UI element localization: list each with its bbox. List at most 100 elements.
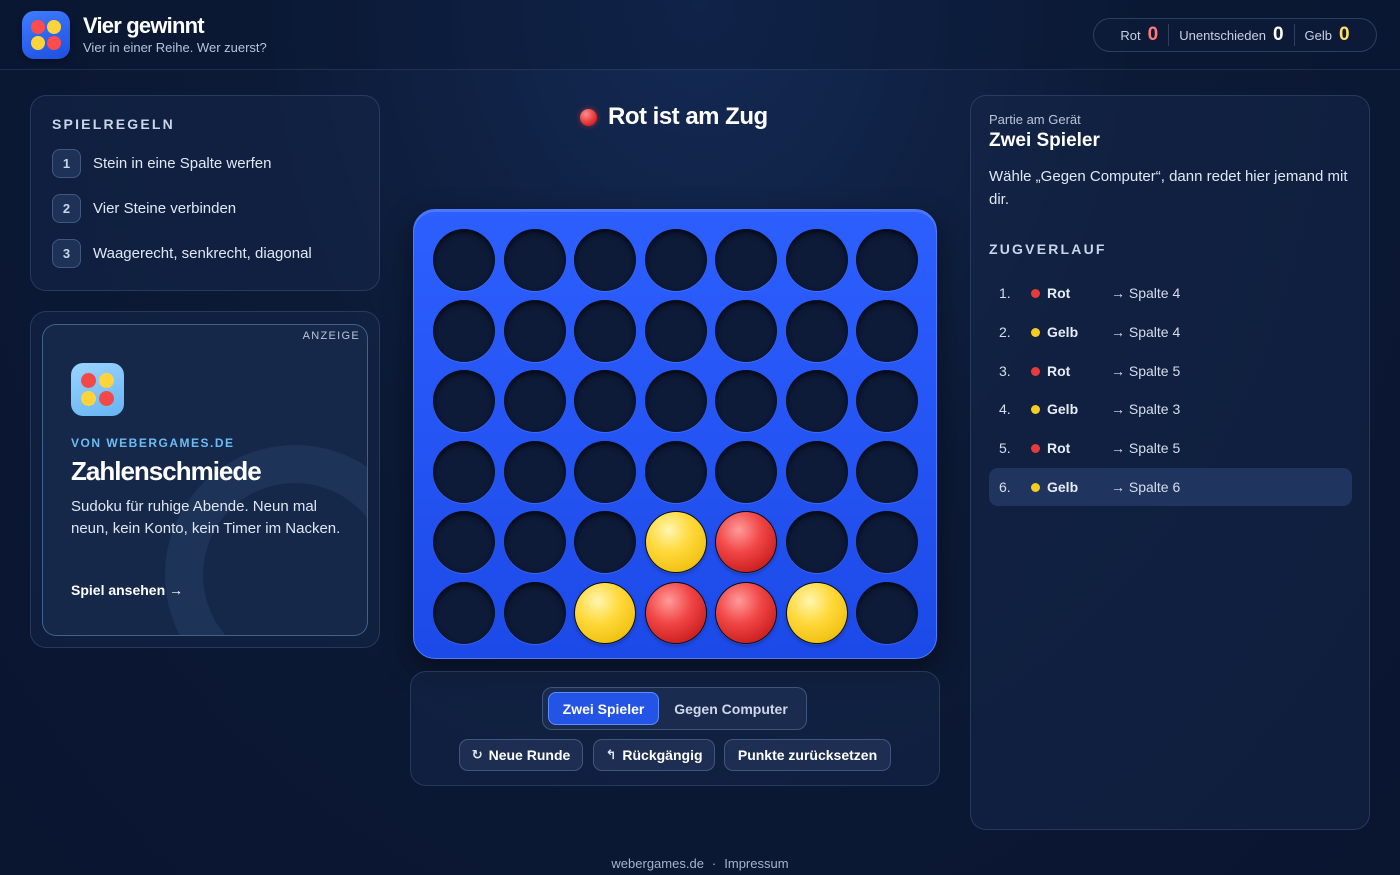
rule-item: 3 Waagerecht, senkrecht, diagonal	[52, 239, 312, 268]
board-cell[interactable]	[503, 581, 566, 644]
board-cell[interactable]	[433, 370, 495, 432]
board-cell[interactable]	[715, 511, 777, 573]
red-disc-icon	[580, 108, 597, 126]
game-board[interactable]	[413, 209, 937, 659]
board-cell[interactable]	[503, 299, 566, 362]
score-yellow: Gelb 0	[1293, 24, 1360, 46]
board-cell[interactable]	[856, 370, 918, 432]
board-cell[interactable]	[715, 581, 777, 644]
turn-text: Rot ist am Zug	[608, 103, 768, 130]
board-cell[interactable]	[785, 299, 848, 362]
footer-separator: ·	[711, 856, 717, 871]
move-row: 5. Rot → Spalte 5	[989, 429, 1352, 467]
board-cell[interactable]	[785, 229, 848, 291]
board-cell[interactable]	[644, 511, 707, 573]
board-cell[interactable]	[785, 581, 848, 644]
board-cell[interactable]	[644, 299, 707, 362]
move-player: Rot	[1047, 440, 1071, 457]
ad-publisher: VON WEBERGAMES.DE	[71, 436, 235, 450]
rule-text: Stein in eine Spalte werfen	[93, 155, 272, 172]
red-disc-icon	[1031, 366, 1040, 376]
board-cell[interactable]	[503, 440, 566, 503]
scoreboard: Rot 0 Unentschieden 0 Gelb 0	[1093, 18, 1377, 52]
reset-points-button[interactable]: Punkte zurücksetzen	[724, 739, 891, 771]
board-cell[interactable]	[785, 370, 848, 432]
ad-view-game-link[interactable]: Spiel ansehen →	[71, 582, 183, 598]
yellow-disc-icon	[1031, 405, 1040, 415]
yellow-disc	[786, 582, 847, 643]
board-cell[interactable]	[574, 581, 636, 644]
board-cell[interactable]	[644, 370, 707, 432]
turn-indicator: Rot ist am Zug	[580, 100, 768, 134]
board-cell[interactable]	[574, 511, 636, 573]
undo-icon: ↰	[605, 747, 617, 762]
app-subtitle: Vier in einer Reihe. Wer zuerst?	[83, 40, 267, 55]
board-cell[interactable]	[856, 440, 918, 503]
footer-imprint-link[interactable]: Impressum	[724, 856, 788, 871]
board-cell[interactable]	[715, 299, 777, 362]
red-disc	[645, 582, 706, 643]
yellow-disc	[645, 512, 706, 572]
ad-card[interactable]: ANZEIGE VON WEBERGAMES.DE Zahlenschmiede…	[42, 324, 368, 636]
mode-computer-button[interactable]: Gegen Computer	[661, 692, 801, 725]
board-cell[interactable]	[715, 370, 777, 432]
move-column: → Spalte 3	[1111, 401, 1181, 418]
app-logo-icon	[22, 11, 70, 59]
board-cell[interactable]	[644, 440, 707, 503]
board-cell[interactable]	[856, 581, 918, 644]
yellow-disc	[575, 582, 635, 643]
footer-site-link[interactable]: webergames.de	[611, 856, 704, 871]
new-round-label: Neue Runde	[488, 747, 571, 763]
board-cell[interactable]	[574, 299, 636, 362]
rule-number: 3	[52, 239, 81, 268]
board-cell[interactable]	[433, 581, 495, 644]
board-cell[interactable]	[574, 229, 636, 291]
device-label: Partie am Gerät	[989, 112, 1081, 127]
footer: webergames.de · Impressum	[0, 856, 1400, 871]
board-cell[interactable]	[503, 370, 566, 432]
score-draw-value: 0	[1272, 24, 1284, 45]
score-red: Rot 0	[1110, 24, 1168, 46]
board-cell[interactable]	[433, 511, 495, 573]
undo-button[interactable]: ↰ Rückgängig	[593, 739, 715, 771]
move-number: 3.	[999, 362, 1011, 379]
move-player: Gelb	[1047, 479, 1079, 495]
move-column: → Spalte 5	[1111, 362, 1181, 379]
mode-description: Wähle „Gegen Computer“, dann redet hier …	[989, 168, 1348, 208]
ad-game-icon	[71, 363, 124, 416]
board-cell[interactable]	[574, 440, 636, 503]
red-disc	[716, 512, 776, 572]
board-cell[interactable]	[856, 511, 918, 573]
board-cell[interactable]	[574, 370, 636, 432]
board-cell[interactable]	[856, 229, 918, 291]
rules-panel: SPIELREGELN 1 Stein in eine Spalte werfe…	[30, 95, 380, 291]
rules-title: SPIELREGELN	[52, 116, 175, 132]
rule-item: 2 Vier Steine verbinden	[52, 194, 236, 223]
board-cell[interactable]	[715, 229, 777, 291]
board-cell[interactable]	[715, 440, 777, 503]
mode-title: Zwei Spieler	[989, 130, 1100, 151]
move-player: Rot	[1047, 285, 1071, 301]
red-disc-icon	[1031, 444, 1040, 454]
score-red-label: Rot	[1120, 28, 1141, 43]
board-cell[interactable]	[856, 299, 918, 362]
board-cell[interactable]	[785, 511, 848, 573]
game-info-panel: Partie am Gerät Zwei Spieler Wähle „Gege…	[970, 95, 1370, 830]
move-number: 6.	[999, 479, 1011, 495]
move-number: 4.	[999, 401, 1011, 418]
board-cell[interactable]	[644, 229, 707, 291]
board-cell[interactable]	[503, 511, 566, 573]
mode-toggle: Zwei Spieler Gegen Computer	[542, 687, 807, 730]
history-title: ZUGVERLAUF	[989, 241, 1107, 257]
new-round-button[interactable]: ↻ Neue Runde	[459, 739, 583, 771]
rule-text: Waagerecht, senkrecht, diagonal	[93, 245, 312, 262]
board-cell[interactable]	[785, 440, 848, 503]
board-cell[interactable]	[433, 440, 495, 503]
move-player: Gelb	[1047, 401, 1079, 418]
mode-two-players-button[interactable]: Zwei Spieler	[548, 692, 659, 725]
board-cell[interactable]	[433, 299, 495, 362]
board-cell[interactable]	[644, 581, 707, 644]
board-cell[interactable]	[503, 229, 566, 291]
app-header: Vier gewinnt Vier in einer Reihe. Wer zu…	[0, 0, 1400, 70]
board-cell[interactable]	[433, 229, 495, 291]
